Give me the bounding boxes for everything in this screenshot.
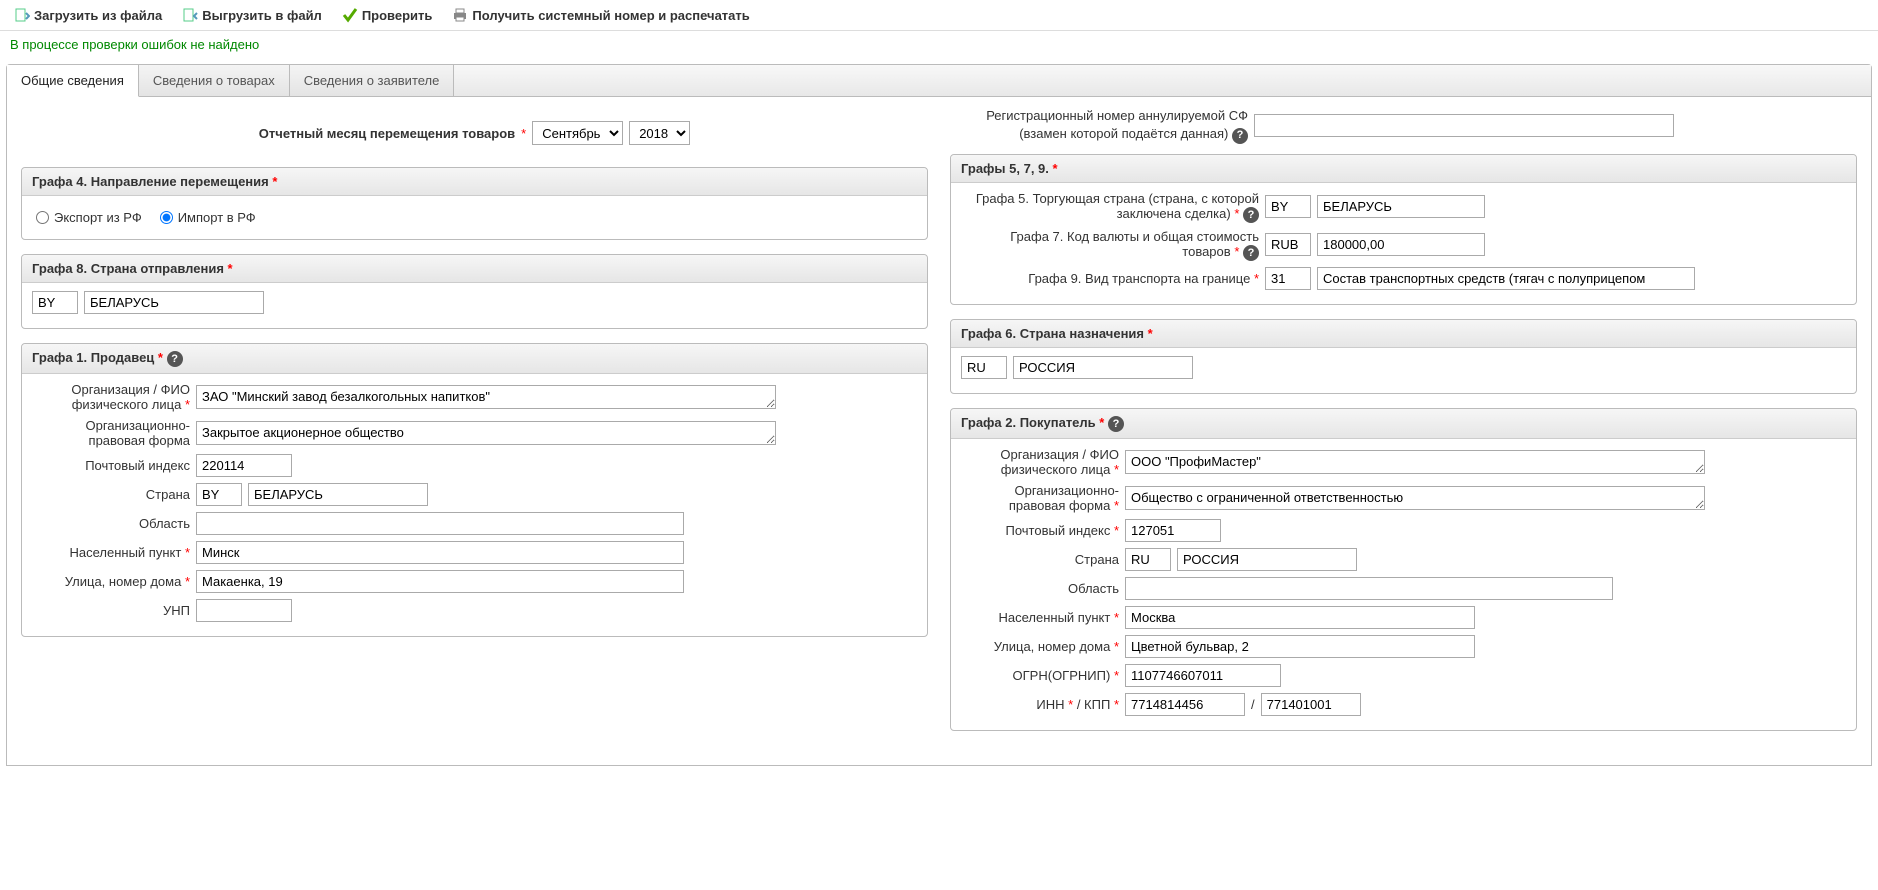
- download-file-icon: [182, 7, 198, 23]
- g9-name-input[interactable]: [1317, 267, 1695, 290]
- save-button[interactable]: Выгрузить в файл: [176, 4, 328, 26]
- printer-icon: [452, 7, 468, 23]
- g7-code-input[interactable]: [1265, 233, 1311, 256]
- month-select[interactable]: Сентябрь: [532, 121, 623, 145]
- g2-kpp-input[interactable]: [1261, 693, 1361, 716]
- tab-body: Отчетный месяц перемещения товаров * Сен…: [7, 97, 1871, 765]
- g2-title: Графа 2. Покупатель: [961, 415, 1096, 430]
- g8-title: Графа 8. Страна отправления: [32, 261, 224, 276]
- g4-title: Графа 4. Направление перемещения: [32, 174, 269, 189]
- reg-cancel-label-b: (взамен которой подаётся данная): [1019, 126, 1228, 141]
- fieldset-g579: Графы 5, 7, 9. * Графа 5. Торгующая стра…: [950, 154, 1857, 305]
- tab-general[interactable]: Общие сведения: [7, 65, 139, 97]
- fieldset-g2: Графа 2. Покупатель * ? Организация / ФИ…: [950, 408, 1857, 731]
- upload-file-icon: [14, 7, 30, 23]
- print-label: Получить системный номер и распечатать: [472, 8, 749, 23]
- g2-org-input[interactable]: [1125, 450, 1705, 474]
- check-label: Проверить: [362, 8, 433, 23]
- check-icon: [342, 7, 358, 23]
- help-icon[interactable]: ?: [1243, 245, 1259, 261]
- g2-city-input[interactable]: [1125, 606, 1475, 629]
- g1-city-input[interactable]: [196, 541, 684, 564]
- g2-form-input[interactable]: [1125, 486, 1705, 510]
- load-button[interactable]: Загрузить из файла: [8, 4, 168, 26]
- tabs-container: Общие сведения Сведения о товарах Сведен…: [6, 64, 1872, 766]
- reg-cancel-input[interactable]: [1254, 114, 1674, 137]
- check-button[interactable]: Проверить: [336, 4, 439, 26]
- g579-title: Графы 5, 7, 9.: [961, 161, 1049, 176]
- g7-val-input[interactable]: [1317, 233, 1485, 256]
- g5-name-input[interactable]: [1317, 195, 1485, 218]
- g2-inn-input[interactable]: [1125, 693, 1245, 716]
- g2-country-name-input[interactable]: [1177, 548, 1357, 571]
- g2-post-input[interactable]: [1125, 519, 1221, 542]
- g1-org-input[interactable]: [196, 385, 776, 409]
- required-mark: *: [521, 126, 526, 141]
- fieldset-g1: Графа 1. Продавец * ? Организация / ФИОф…: [21, 343, 928, 637]
- help-icon[interactable]: ?: [1108, 416, 1124, 432]
- g6-name-input[interactable]: [1013, 356, 1193, 379]
- g1-title: Графа 1. Продавец: [32, 350, 154, 365]
- g2-country-code-input[interactable]: [1125, 548, 1171, 571]
- reg-cancel-label-a: Регистрационный номер аннулируемой СФ: [986, 108, 1248, 123]
- g2-ogrn-input[interactable]: [1125, 664, 1281, 687]
- g5-code-input[interactable]: [1265, 195, 1311, 218]
- tab-goods[interactable]: Сведения о товарах: [139, 65, 290, 96]
- g1-country-name-input[interactable]: [248, 483, 428, 506]
- g1-unp-input[interactable]: [196, 599, 292, 622]
- g1-street-input[interactable]: [196, 570, 684, 593]
- g8-code-input[interactable]: [32, 291, 78, 314]
- g9-code-input[interactable]: [1265, 267, 1311, 290]
- tabs-strip: Общие сведения Сведения о товарах Сведен…: [7, 65, 1871, 97]
- tab-applicant[interactable]: Сведения о заявителе: [290, 65, 455, 96]
- radio-export[interactable]: Экспорт из РФ: [36, 210, 142, 225]
- year-select[interactable]: 2018: [629, 121, 690, 145]
- g1-post-input[interactable]: [196, 454, 292, 477]
- g1-form-input[interactable]: [196, 421, 776, 445]
- help-icon[interactable]: ?: [167, 351, 183, 367]
- fieldset-g4: Графа 4. Направление перемещения * Экспо…: [21, 167, 928, 240]
- month-label: Отчетный месяц перемещения товаров: [259, 126, 515, 141]
- g6-title: Графа 6. Страна назначения: [961, 326, 1144, 341]
- g2-region-input[interactable]: [1125, 577, 1613, 600]
- fieldset-g8: Графа 8. Страна отправления *: [21, 254, 928, 329]
- g6-code-input[interactable]: [961, 356, 1007, 379]
- g8-name-input[interactable]: [84, 291, 264, 314]
- g1-region-input[interactable]: [196, 512, 684, 535]
- toolbar: Загрузить из файла Выгрузить в файл Пров…: [0, 0, 1878, 31]
- load-label: Загрузить из файла: [34, 8, 162, 23]
- fieldset-g6: Графа 6. Страна назначения *: [950, 319, 1857, 394]
- print-button[interactable]: Получить системный номер и распечатать: [446, 4, 755, 26]
- g2-street-input[interactable]: [1125, 635, 1475, 658]
- help-icon[interactable]: ?: [1232, 128, 1248, 144]
- status-message: В процессе проверки ошибок не найдено: [0, 31, 1878, 58]
- radio-import[interactable]: Импорт в РФ: [160, 210, 256, 225]
- g1-country-code-input[interactable]: [196, 483, 242, 506]
- save-label: Выгрузить в файл: [202, 8, 322, 23]
- help-icon[interactable]: ?: [1243, 207, 1259, 223]
